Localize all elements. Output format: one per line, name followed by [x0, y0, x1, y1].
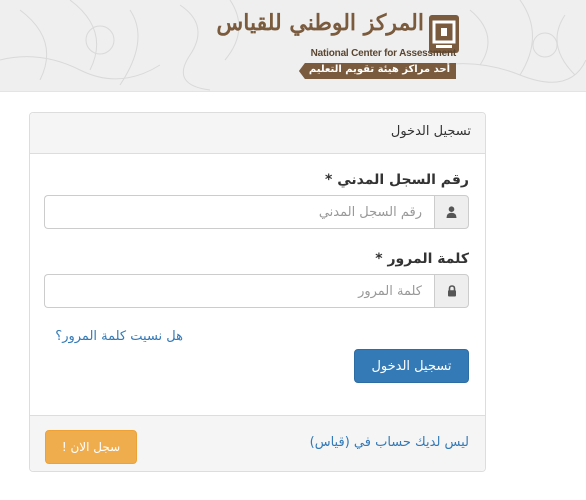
panel-title: تسجيل الدخول — [30, 113, 485, 154]
register-button[interactable]: سجل الان ! — [45, 430, 137, 464]
password-label: كلمة المرور * — [375, 251, 469, 267]
site-header: المركز الوطني للقياس National Center for… — [0, 0, 586, 92]
no-account-text: ليس لديك حساب في (قياس) — [309, 435, 469, 450]
login-panel: تسجيل الدخول رقم السجل المدني * كلمة الم… — [29, 112, 486, 472]
user-icon — [434, 195, 469, 229]
login-button[interactable]: تسجيل الدخول — [354, 349, 469, 383]
login-form: رقم السجل المدني * كلمة المرور * هل نسيت… — [30, 154, 485, 416]
logo-english-name: National Center for Assessment — [310, 48, 457, 59]
forgot-password-link[interactable]: هل نسيت كلمة المرور؟ — [55, 329, 183, 344]
civil-id-group — [44, 195, 469, 229]
lock-icon — [434, 274, 469, 308]
civil-id-input[interactable] — [44, 195, 434, 229]
panel-footer: ليس لديك حساب في (قياس) سجل الان ! — [30, 415, 485, 471]
password-input[interactable] — [44, 274, 434, 308]
nca-logo: المركز الوطني للقياس National Center for… — [216, 4, 460, 82]
logo-arabic-name: المركز الوطني للقياس — [216, 10, 425, 36]
civil-id-label: رقم السجل المدني * — [325, 172, 469, 188]
password-group — [44, 274, 469, 308]
logo-tagline: أحد مراكز هيئة تقويم التعليم — [298, 63, 456, 79]
